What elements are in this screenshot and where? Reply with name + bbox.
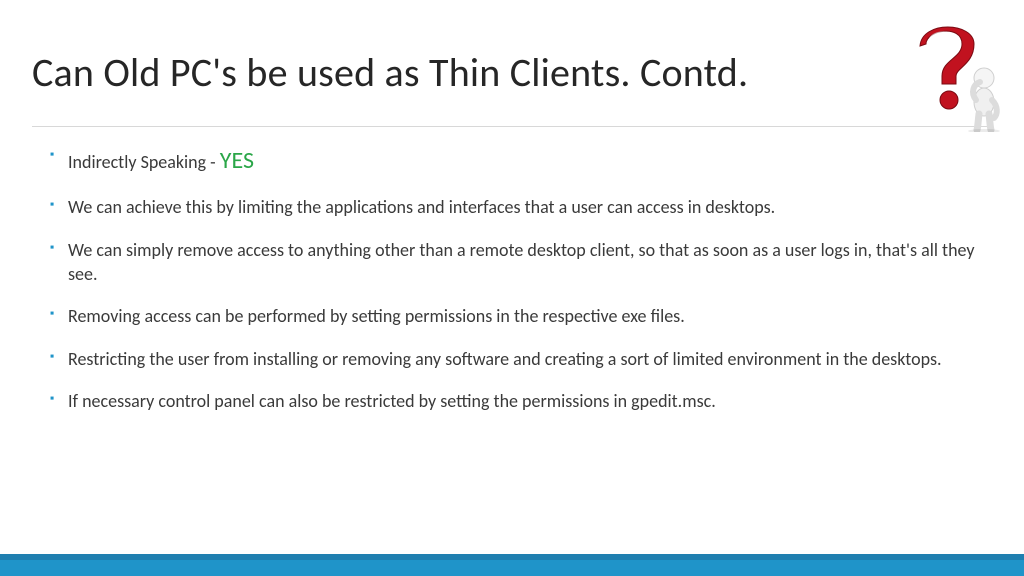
bullet-text: Restricting the user from installing or … [68, 348, 942, 370]
bullet-text-prefix: Indirectly Speaking - [68, 151, 220, 173]
bullet-item: Indirectly Speaking - YES [68, 145, 984, 177]
footer-bar-bottom [0, 560, 1024, 576]
bullet-text: If necessary control panel can also be r… [68, 390, 716, 412]
slide: Can Old PC's be used as Thin Clients. Co… [0, 0, 1024, 576]
bullet-item: Removing access can be performed by sett… [68, 304, 984, 328]
question-mark-icon [920, 27, 974, 109]
bullet-list: Indirectly Speaking - YES We can achieve… [68, 145, 984, 431]
bullet-text: Removing access can be performed by sett… [68, 305, 685, 327]
title-divider [32, 126, 992, 127]
question-mark-figure [916, 22, 1004, 132]
bullet-item: We can achieve this by limiting the appl… [68, 195, 984, 219]
person-icon [968, 68, 1000, 132]
bullet-text: We can simply remove access to anything … [68, 239, 975, 285]
bullet-item: If necessary control panel can also be r… [68, 389, 984, 413]
bullet-text: We can achieve this by limiting the appl… [68, 196, 775, 218]
bullet-text-emphasis: YES [220, 146, 254, 175]
bullet-item: Restricting the user from installing or … [68, 347, 984, 371]
footer-accent-bar [0, 554, 1024, 576]
slide-title: Can Old PC's be used as Thin Clients. Co… [32, 48, 748, 97]
bullet-item: We can simply remove access to anything … [68, 238, 984, 287]
